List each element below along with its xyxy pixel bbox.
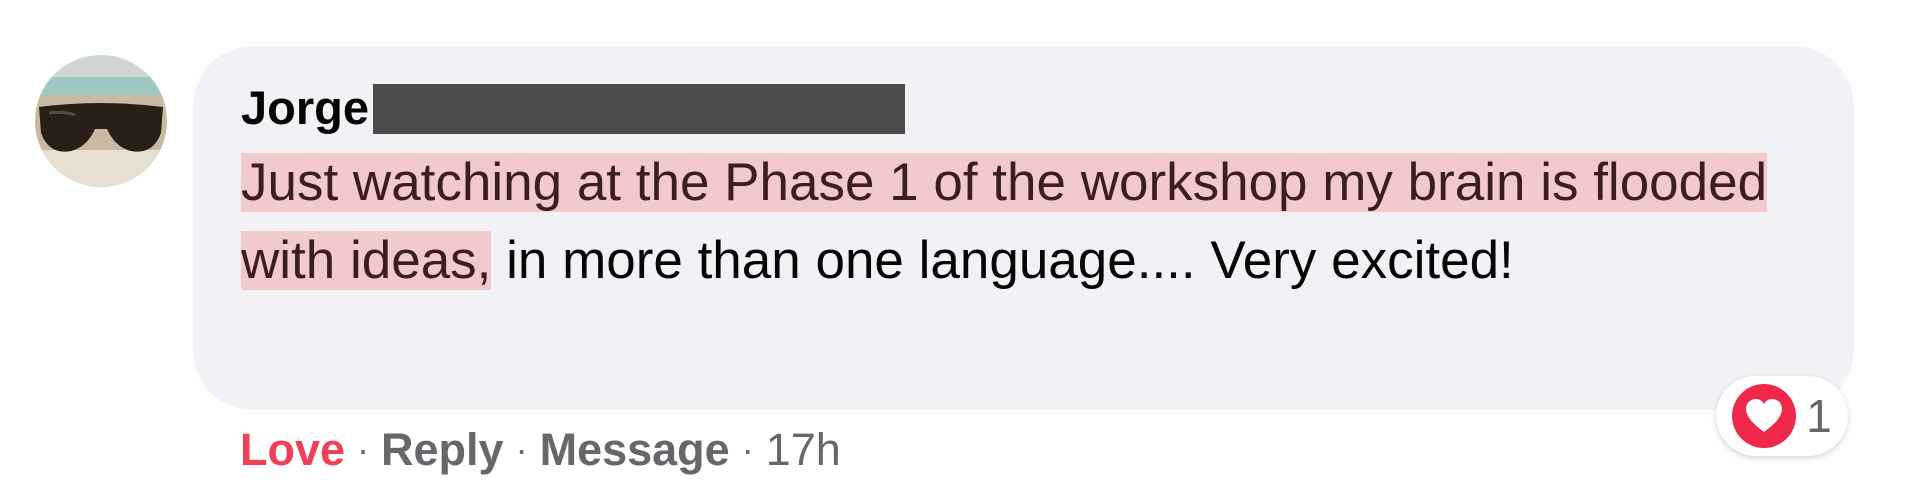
message-button[interactable]: Message bbox=[540, 420, 730, 480]
avatar-image bbox=[35, 55, 167, 187]
reaction-count: 1 bbox=[1806, 390, 1832, 442]
comment-text-rest: in more than one language.... Very excit… bbox=[491, 231, 1514, 290]
separator-dot: · bbox=[741, 429, 754, 470]
comment-text: Just watching at the Phase 1 of the work… bbox=[241, 144, 1801, 300]
separator-dot: · bbox=[515, 429, 528, 470]
comment-bubble: Jorge Just watching at the Phase 1 of th… bbox=[193, 46, 1854, 410]
comment-actions: Love · Reply · Message · 17h bbox=[240, 420, 841, 480]
timestamp[interactable]: 17h bbox=[766, 420, 841, 480]
author-name[interactable]: Jorge bbox=[241, 78, 369, 138]
reaction-summary[interactable]: 1 bbox=[1716, 376, 1848, 456]
separator-dot: · bbox=[357, 429, 370, 470]
avatar[interactable] bbox=[35, 55, 167, 187]
heart-icon bbox=[1732, 384, 1797, 448]
redacted-surname bbox=[373, 84, 905, 134]
love-button[interactable]: Love bbox=[240, 420, 345, 480]
reply-button[interactable]: Reply bbox=[381, 420, 504, 480]
author-row: Jorge bbox=[241, 78, 1814, 138]
